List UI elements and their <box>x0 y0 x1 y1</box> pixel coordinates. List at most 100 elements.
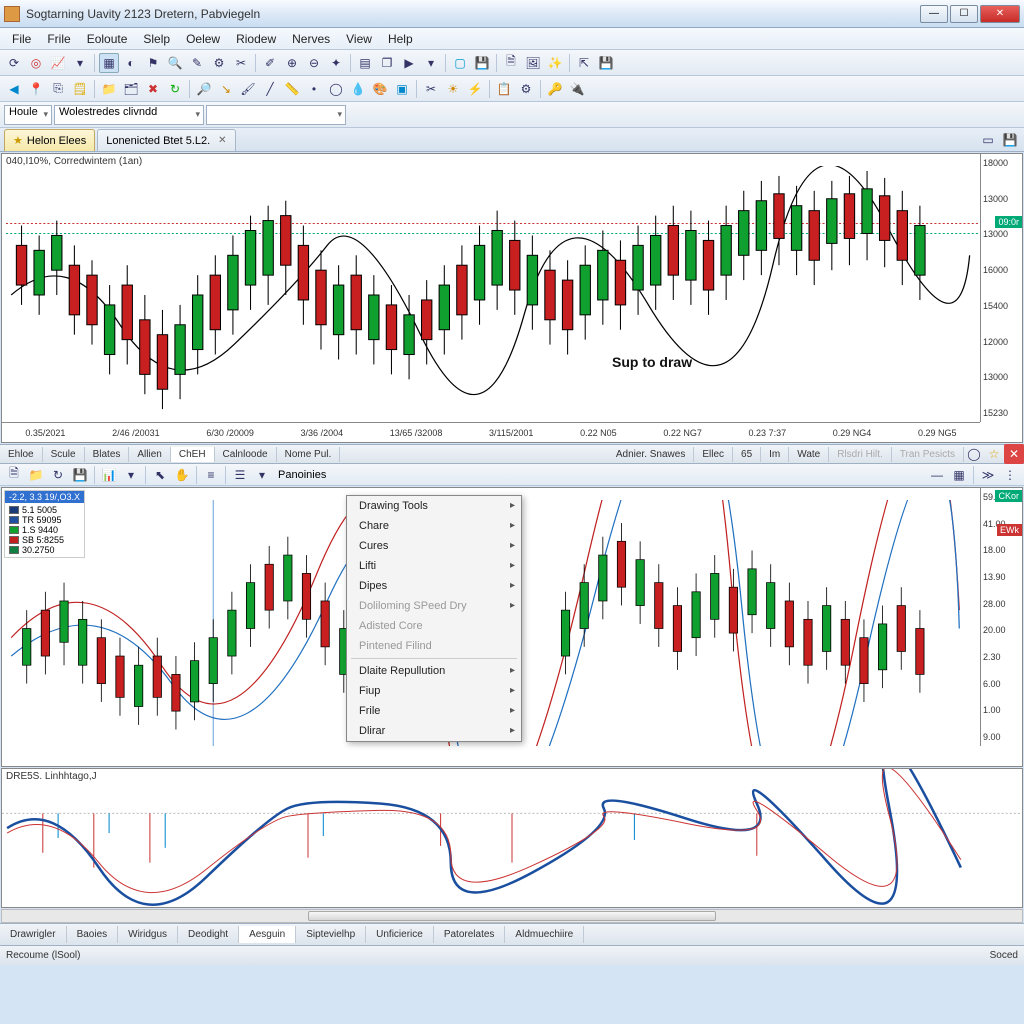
midtab-tran[interactable]: Tran Pesicts <box>892 447 964 462</box>
midtab-close-icon[interactable]: ✕ <box>1004 444 1024 464</box>
bottab-siptevielhp[interactable]: Siptevielhp <box>296 926 366 943</box>
flag-icon[interactable]: ⚑ <box>143 53 163 73</box>
menu-nerves[interactable]: Nerves <box>284 30 338 48</box>
cut-icon[interactable]: ✂ <box>421 79 441 99</box>
dropdown-icon[interactable]: ▾ <box>421 53 441 73</box>
scroll-thumb[interactable] <box>308 911 716 921</box>
edit-icon[interactable]: ✎ <box>187 53 207 73</box>
mt-options-icon[interactable]: ⋮ <box>1000 465 1020 485</box>
bottab-patorelates[interactable]: Patorelates <box>434 926 506 943</box>
screen-icon[interactable]: ▢ <box>450 53 470 73</box>
doc-icon[interactable]: 🗎 <box>501 53 521 73</box>
midtab-star-icon[interactable]: ☆ <box>984 444 1004 464</box>
target-icon[interactable]: ◎ <box>26 53 46 73</box>
disk-icon[interactable]: 💾 <box>596 53 616 73</box>
ctx-fiup[interactable]: Fiup <box>347 681 521 701</box>
tab-close-icon[interactable]: ✕ <box>218 135 226 146</box>
bug-icon[interactable]: ☀ <box>443 79 463 99</box>
tab-disk-icon[interactable]: 💾 <box>1000 130 1020 150</box>
menu-help[interactable]: Help <box>380 30 421 48</box>
mt-hand-icon[interactable]: ✋ <box>172 465 192 485</box>
combo-empty[interactable] <box>206 105 346 125</box>
midtab-cheh[interactable]: ChEH <box>171 447 215 462</box>
bottab-wiridgus[interactable]: Wiridgus <box>118 926 178 943</box>
midtab-wate[interactable]: Wate <box>789 447 829 462</box>
ctx-frile[interactable]: Frile <box>347 701 521 721</box>
palette-icon[interactable]: 🎨 <box>370 79 390 99</box>
horizontal-scrollbar[interactable] <box>1 909 1023 923</box>
bottab-aldmuechiire[interactable]: Aldmuechiire <box>505 926 584 943</box>
wand-icon[interactable]: ✦ <box>326 53 346 73</box>
drop-icon[interactable]: 💧 <box>348 79 368 99</box>
plug-icon[interactable]: 🔌 <box>567 79 587 99</box>
layers-icon[interactable]: ❐ <box>377 53 397 73</box>
tab-lonenicted[interactable]: Lonenicted Btet 5.L2. ✕ <box>97 129 235 151</box>
midtab-nome[interactable]: Nome Pul. <box>277 447 341 462</box>
ctx-dlirar[interactable]: Dlirar <box>347 721 521 741</box>
menu-view[interactable]: View <box>338 30 380 48</box>
export-icon[interactable]: ⇱ <box>574 53 594 73</box>
midtab-circle-icon[interactable]: ◯ <box>964 444 984 464</box>
mt-folder-icon[interactable]: 📁 <box>26 465 46 485</box>
mt-menu-icon[interactable]: ▾ <box>252 465 272 485</box>
search-icon[interactable]: 🔎 <box>194 79 214 99</box>
mt-alignl-icon[interactable]: ≡ <box>201 465 221 485</box>
brush-icon[interactable]: 🖌 <box>238 79 258 99</box>
stamp-icon[interactable]: ▣ <box>392 79 412 99</box>
menu-eoloute[interactable]: Eoloute <box>79 30 136 48</box>
zoomout-icon[interactable]: ⊖ <box>304 53 324 73</box>
table-icon[interactable]: ▤ <box>355 53 375 73</box>
ctx-chare[interactable]: Chare <box>347 516 521 536</box>
mt-min-icon[interactable]: — <box>927 465 947 485</box>
mt-cursor-icon[interactable]: ⬉ <box>150 465 170 485</box>
zoom-icon[interactable]: 🔍 <box>165 53 185 73</box>
menu-slelp[interactable]: Slelp <box>135 30 178 48</box>
picture-icon[interactable]: 🖼 <box>523 53 543 73</box>
bottab-aesguin[interactable]: Aesguin <box>239 926 296 943</box>
filter-icon[interactable]: ▾ <box>70 53 90 73</box>
close-button[interactable] <box>980 5 1020 23</box>
combo-symbol[interactable]: Wolestredes clivndd <box>54 105 204 125</box>
circle-icon[interactable]: ◯ <box>326 79 346 99</box>
maximize-button[interactable] <box>950 5 978 23</box>
tool-icon[interactable]: ⚙ <box>209 53 229 73</box>
menu-oelew[interactable]: Oelew <box>178 30 228 48</box>
ctx-dipes[interactable]: Dipes <box>347 576 521 596</box>
back-icon[interactable]: ◀ <box>4 79 24 99</box>
bottab-baoies[interactable]: Baoies <box>67 926 119 943</box>
ctx-dlaite[interactable]: Dlaite Repullution <box>347 661 521 681</box>
wizard-icon[interactable]: ✨ <box>545 53 565 73</box>
midtab-rlsdri[interactable]: Rlsdri Hilt. <box>829 447 892 462</box>
ruler-icon[interactable]: 📏 <box>282 79 302 99</box>
mt-chart-icon[interactable]: 📊 <box>99 465 119 485</box>
refresh-icon[interactable]: ↻ <box>165 79 185 99</box>
bottab-unficierice[interactable]: Unficierice <box>366 926 434 943</box>
ctx-lifti[interactable]: Lifti <box>347 556 521 576</box>
tab-helon-elees[interactable]: ★ Helon Elees <box>4 129 95 151</box>
midtab-calnloode[interactable]: Calnloode <box>215 447 277 462</box>
play-icon[interactable]: ▶ <box>399 53 419 73</box>
grid-icon[interactable]: ▦ <box>99 53 119 73</box>
midtab-65[interactable]: 65 <box>733 447 761 462</box>
midtab-adnier[interactable]: Adnier. Snawes <box>608 447 695 462</box>
ctx-cures[interactable]: Cures <box>347 536 521 556</box>
combo-houle[interactable]: Houle <box>4 105 52 125</box>
bottab-drawrigler[interactable]: Drawrigler <box>0 926 67 943</box>
pin-icon[interactable]: 📍 <box>26 79 46 99</box>
gear-icon[interactable]: ⚙ <box>516 79 536 99</box>
delete-icon[interactable]: ✖ <box>143 79 163 99</box>
mt-collapse-icon[interactable]: ≫ <box>978 465 998 485</box>
mt-dropdown-icon[interactable]: ▾ <box>121 465 141 485</box>
bolt-icon[interactable]: ⚡ <box>465 79 485 99</box>
midtab-allien[interactable]: Allien <box>129 447 170 462</box>
note-icon[interactable]: 🗒 <box>70 79 90 99</box>
mt-save-icon[interactable]: 💾 <box>70 465 90 485</box>
folder-icon[interactable]: 📁 <box>99 79 119 99</box>
ctx-doliloming[interactable]: Doliloming SPeed Dry <box>347 596 521 616</box>
bottab-deodight[interactable]: Deodight <box>178 926 239 943</box>
mt-doc-icon[interactable]: 🗎 <box>4 465 24 485</box>
midtab-blates[interactable]: Blates <box>85 447 130 462</box>
key-icon[interactable]: 🔑 <box>545 79 565 99</box>
chart-icon[interactable]: 📈 <box>48 53 68 73</box>
reload-icon[interactable]: ⟳ <box>4 53 24 73</box>
